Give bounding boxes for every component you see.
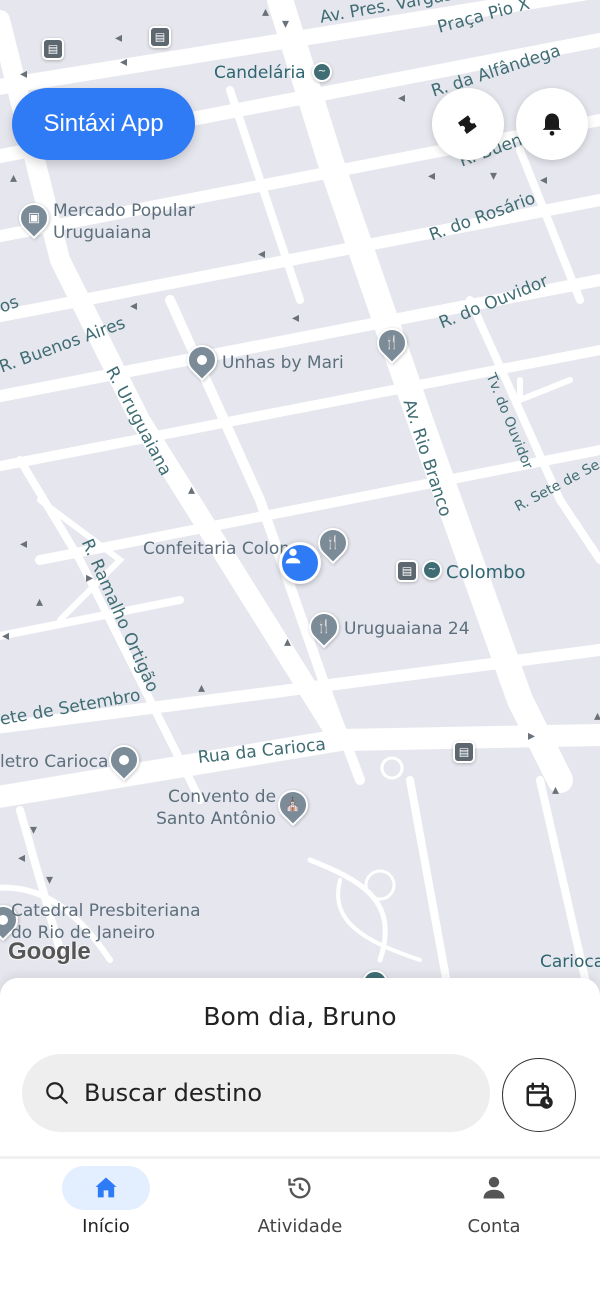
fork-knife-icon: 🍴 bbox=[315, 619, 333, 635]
poi-label-line: Convento de bbox=[168, 787, 277, 807]
nav-icon-container bbox=[62, 1166, 150, 1210]
svg-text:◂: ◂ bbox=[115, 30, 122, 46]
nav-label-conta: Conta bbox=[467, 1216, 521, 1237]
poi-label-colombo: Colombo bbox=[446, 562, 526, 583]
bus-icon: ▤ bbox=[401, 564, 413, 578]
svg-text:▴: ▴ bbox=[262, 4, 269, 20]
place-dot-icon bbox=[0, 915, 8, 925]
poi-label-line: Mercado Popular bbox=[53, 201, 195, 221]
nav-item-inicio[interactable]: Início bbox=[6, 1164, 206, 1244]
schedule-ride-button[interactable] bbox=[502, 1058, 576, 1132]
poi-label-metro: letro Carioca bbox=[0, 752, 109, 772]
bell-icon bbox=[542, 113, 562, 136]
person-icon bbox=[285, 548, 301, 564]
nav-icon-container bbox=[256, 1166, 344, 1210]
poi-pin-bus-colombo[interactable]: ▤ bbox=[396, 560, 418, 582]
svg-text:◂: ◂ bbox=[20, 536, 27, 552]
svg-text:▴: ▴ bbox=[284, 634, 291, 650]
poi-pin-train-colombo[interactable]: ~ bbox=[422, 560, 442, 580]
svg-text:▾: ▾ bbox=[490, 168, 497, 184]
bus-icon: ▤ bbox=[154, 30, 166, 44]
current-location-marker[interactable] bbox=[279, 542, 321, 584]
svg-text:◂: ◂ bbox=[540, 172, 547, 188]
bus-icon: ▤ bbox=[47, 42, 59, 56]
search-icon bbox=[46, 1082, 68, 1104]
svg-text:◂: ◂ bbox=[130, 298, 137, 314]
poi-pin-bus-top2[interactable]: ▤ bbox=[149, 26, 171, 48]
nav-label-atividade: Atividade bbox=[257, 1216, 343, 1237]
church-icon: ⛪ bbox=[284, 797, 302, 813]
place-dot-icon bbox=[197, 355, 207, 365]
calendar-clock-icon bbox=[526, 1082, 553, 1109]
svg-text:◂: ◂ bbox=[20, 66, 27, 82]
app-brand-label: Sintáxi App bbox=[43, 110, 164, 137]
bottom-sheet: Bom dia, Bruno Buscar destino Início Ati… bbox=[0, 978, 600, 1300]
nav-icon-container bbox=[450, 1166, 538, 1210]
poi-label-candelaria: Candelária bbox=[214, 63, 306, 83]
divider bbox=[0, 1156, 600, 1159]
poi-label-uruguaiana24: Uruguaiana 24 bbox=[344, 619, 470, 639]
svg-text:◂: ◂ bbox=[258, 246, 265, 262]
svg-text:▴: ▴ bbox=[594, 708, 600, 724]
google-attribution: Google bbox=[8, 938, 91, 965]
poi-label-carioca: Carioca bbox=[540, 952, 600, 972]
train-icon: ~ bbox=[317, 66, 327, 77]
nav-item-conta[interactable]: Conta bbox=[394, 1164, 594, 1244]
svg-text:◂: ◂ bbox=[120, 54, 127, 70]
shopping-bag-icon: ▣ bbox=[27, 210, 41, 226]
svg-text:◂: ◂ bbox=[398, 90, 405, 106]
poi-label-line: Uruguaiana bbox=[53, 223, 152, 244]
ticket-icon bbox=[458, 115, 477, 134]
svg-text:◂: ◂ bbox=[292, 310, 299, 326]
app-brand-button[interactable]: Sintáxi App bbox=[12, 88, 195, 160]
greeting-text: Bom dia, Bruno bbox=[203, 1002, 397, 1031]
place-dot-icon bbox=[119, 755, 129, 765]
poi-label-convento: Convento de Santo Antônio bbox=[156, 786, 276, 830]
poi-pin-candelaria[interactable]: ~ bbox=[312, 62, 332, 82]
svg-text:▾: ▾ bbox=[30, 822, 37, 838]
svg-text:▴: ▴ bbox=[10, 170, 17, 186]
notifications-button[interactable] bbox=[516, 88, 588, 160]
person-icon bbox=[483, 1176, 505, 1199]
svg-text:▴: ▴ bbox=[36, 594, 43, 610]
svg-text:▴: ▴ bbox=[198, 680, 205, 696]
bottom-navigation: Início Atividade Conta bbox=[0, 1164, 600, 1244]
poi-pin-bus-top1[interactable]: ▤ bbox=[42, 38, 64, 60]
poi-label-line: Santo Antônio bbox=[156, 809, 276, 830]
nav-item-atividade[interactable]: Atividade bbox=[200, 1164, 400, 1244]
nav-label-inicio: Início bbox=[82, 1216, 130, 1237]
svg-text:◂: ◂ bbox=[2, 628, 9, 644]
svg-text:◂: ◂ bbox=[18, 850, 25, 866]
destination-search-input[interactable]: Buscar destino bbox=[22, 1054, 490, 1132]
poi-label-unhas: Unhas by Mari bbox=[222, 353, 344, 373]
svg-text:▴: ▴ bbox=[188, 482, 195, 498]
svg-text:▾: ▾ bbox=[46, 872, 53, 888]
train-icon: ~ bbox=[427, 564, 437, 575]
search-placeholder: Buscar destino bbox=[84, 1079, 263, 1107]
history-icon bbox=[288, 1177, 311, 1199]
svg-text:▴: ▴ bbox=[552, 782, 559, 798]
fork-knife-icon: 🍴 bbox=[324, 535, 342, 551]
poi-label-line: Catedral Presbiteriana bbox=[11, 901, 201, 921]
svg-text:◂: ◂ bbox=[428, 168, 435, 184]
poi-pin-bus-carioca[interactable]: ▤ bbox=[453, 741, 475, 763]
bus-icon: ▤ bbox=[458, 745, 470, 759]
home-icon bbox=[95, 1177, 117, 1198]
svg-text:▾: ▾ bbox=[282, 16, 289, 32]
poi-label-mercado: Mercado Popular Uruguaiana bbox=[53, 200, 195, 244]
svg-text:▸: ▸ bbox=[528, 728, 535, 744]
tickets-button[interactable] bbox=[432, 88, 504, 160]
poi-label-confeitaria: Confeitaria Colom bbox=[143, 539, 296, 559]
fork-knife-icon: 🍴 bbox=[383, 335, 401, 351]
